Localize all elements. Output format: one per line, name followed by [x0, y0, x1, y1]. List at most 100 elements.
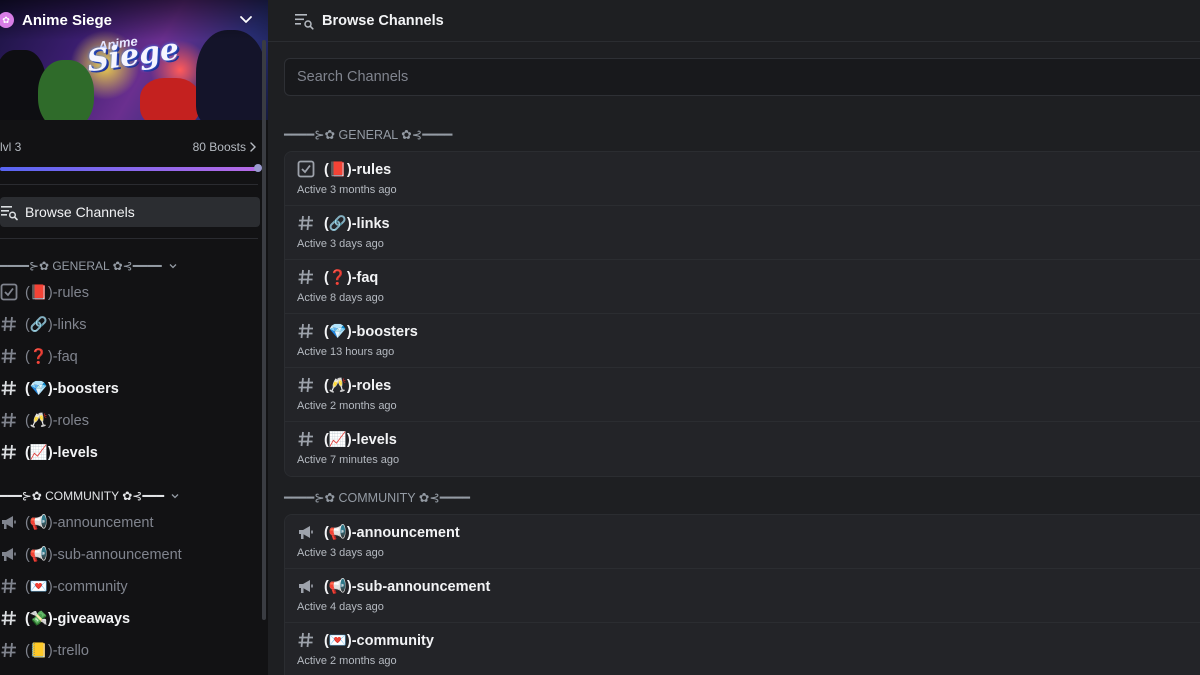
- sidebar-channel-sub-announcement[interactable]: (📢)-sub-announcement: [0, 541, 260, 567]
- browse-channels-panel: Browse Channels ━━━━⊱✿ GENERAL ✿⊰━━━━ (📕…: [268, 0, 1200, 675]
- channel-activity: Active 3 days ago: [297, 238, 384, 250]
- browse-channels-item[interactable]: Browse Channels: [0, 197, 260, 227]
- category-label: ━━━━⊱✿ GENERAL ✿⊰━━━━: [0, 259, 162, 273]
- divider: [0, 238, 258, 239]
- channel-name: (📈)-levels: [324, 432, 397, 448]
- page-title: Browse Channels: [322, 12, 444, 29]
- channel-activity: Active 4 days ago: [297, 601, 384, 613]
- channel-name: (📒)-trello: [25, 642, 89, 659]
- chevron-down-icon: [169, 264, 177, 269]
- chevron-down-icon[interactable]: [238, 11, 254, 27]
- channel-name: (📈)-levels: [25, 444, 98, 461]
- announcement-icon: [299, 526, 313, 539]
- announcement-icon: [299, 580, 313, 593]
- channel-activity: Active 2 months ago: [297, 655, 397, 667]
- boost-progress-bar: [0, 167, 260, 171]
- server-header[interactable]: ✿ Anime Siege: [0, 0, 268, 40]
- sidebar-channel-links[interactable]: (🔗)-links: [0, 311, 260, 337]
- server-badge-icon: ✿: [0, 12, 14, 28]
- boost-count: 80 Boosts: [192, 140, 246, 154]
- channel-group-general: (📕)-rules Active 3 months ago (🔗)-links …: [284, 151, 1200, 477]
- sidebar-scrollbar[interactable]: [262, 40, 266, 620]
- channel-name: (💌)-community: [324, 633, 434, 649]
- channel-group-community: (📢)-announcement Active 3 days ago (📢)-s…: [284, 514, 1200, 675]
- main-category-general: ━━━━⊱✿ GENERAL ✿⊰━━━━: [284, 128, 453, 142]
- channel-row-faq[interactable]: (❓)-faq Active 8 days ago: [285, 260, 1200, 314]
- channel-activity: Active 2 months ago: [297, 400, 397, 412]
- channel-activity: Active 13 hours ago: [297, 346, 395, 358]
- channel-name: (📕)-rules: [25, 284, 89, 301]
- channel-name: (❓)-faq: [324, 270, 379, 286]
- channel-row-rules[interactable]: (📕)-rules Active 3 months ago: [285, 152, 1200, 206]
- sidebar-channel-announcement[interactable]: (📢)-announcement: [0, 509, 260, 535]
- hash-icon: [1, 348, 16, 364]
- channel-activity: Active 3 months ago: [297, 184, 397, 196]
- sidebar-channel-giveaways[interactable]: (💸)-giveaways: [0, 605, 260, 631]
- channel-activity: Active 7 minutes ago: [297, 454, 400, 466]
- channel-name: (🥂)-roles: [25, 412, 89, 429]
- channel-row-levels[interactable]: (📈)-levels Active 7 minutes ago: [285, 422, 1200, 476]
- sidebar-channel-community[interactable]: (💌)-community: [0, 573, 260, 599]
- hash-icon: [298, 632, 313, 648]
- channel-sidebar: Anime Siege ✿ Anime Siege lvl 3 80 Boost…: [0, 0, 268, 675]
- boost-level: lvl 3: [0, 140, 22, 154]
- announcement-icon: [2, 548, 16, 561]
- sidebar-category-community[interactable]: ━━━⊱✿ COMMUNITY ✿⊰━━━: [0, 488, 180, 504]
- sidebar-channel-trello[interactable]: (📒)-trello: [0, 637, 260, 663]
- discord-app: Anime Siege ✿ Anime Siege lvl 3 80 Boost…: [0, 0, 1200, 675]
- channel-name: (💎)-boosters: [25, 380, 119, 397]
- top-bar: Browse Channels: [268, 0, 1200, 42]
- channel-row-links[interactable]: (🔗)-links Active 3 days ago: [285, 206, 1200, 260]
- chevron-right-icon: [250, 142, 256, 152]
- channel-name: (❓)-faq: [25, 348, 78, 365]
- channel-name: (📢)-announcement: [25, 514, 154, 531]
- hash-icon: [298, 431, 313, 447]
- chevron-down-icon: [171, 494, 179, 499]
- browse-channels-icon: [1, 206, 18, 221]
- sidebar-channel-roles[interactable]: (🥂)-roles: [0, 407, 260, 433]
- channel-name: (🔗)-links: [25, 316, 87, 333]
- channel-name: (💎)-boosters: [324, 324, 418, 340]
- browse-channels-icon: [295, 13, 314, 30]
- channel-row-boosters[interactable]: (💎)-boosters Active 13 hours ago: [285, 314, 1200, 368]
- sidebar-channel-levels[interactable]: (📈)-levels: [0, 439, 260, 465]
- banner-character: [140, 78, 200, 120]
- channel-name: (🥂)-roles: [324, 378, 392, 394]
- channel-activity: Active 8 days ago: [297, 292, 384, 304]
- channel-name: (📕)-rules: [324, 162, 392, 178]
- category-label: ━━━⊱✿ COMMUNITY ✿⊰━━━: [0, 489, 165, 503]
- announcement-icon: [2, 516, 16, 529]
- rules-icon: [0, 283, 18, 301]
- channel-row-community[interactable]: (💌)-community Active 2 months ago: [285, 623, 1200, 675]
- hash-icon: [1, 412, 16, 428]
- hash-icon: [1, 610, 16, 626]
- hash-icon: [1, 642, 16, 658]
- channel-activity: Active 3 days ago: [297, 547, 384, 559]
- channel-name: (🔗)-links: [324, 216, 390, 232]
- hash-icon: [298, 269, 313, 285]
- hash-icon: [298, 323, 313, 339]
- search-channels-input[interactable]: [284, 58, 1200, 96]
- hash-icon: [1, 578, 16, 594]
- channel-name: (📢)-sub-announcement: [324, 579, 491, 595]
- boost-progress-marker: [254, 164, 262, 172]
- channel-row-announcement[interactable]: (📢)-announcement Active 3 days ago: [285, 515, 1200, 569]
- rules-icon: [297, 160, 315, 178]
- divider: [0, 184, 258, 185]
- sidebar-channel-faq[interactable]: (❓)-faq: [0, 343, 260, 369]
- browse-channels-label: Browse Channels: [25, 204, 135, 220]
- channel-row-sub-announcement[interactable]: (📢)-sub-announcement Active 4 days ago: [285, 569, 1200, 623]
- channel-name: (💸)-giveaways: [25, 610, 131, 627]
- sidebar-category-general[interactable]: ━━━━⊱✿ GENERAL ✿⊰━━━━: [0, 258, 178, 274]
- hash-icon: [1, 316, 16, 332]
- channel-name: (📢)-sub-announcement: [25, 546, 182, 563]
- channel-name: (💌)-community: [25, 578, 128, 595]
- channel-row-roles[interactable]: (🥂)-roles Active 2 months ago: [285, 368, 1200, 422]
- hash-icon: [1, 444, 16, 460]
- boost-progress-row[interactable]: lvl 3 80 Boosts: [0, 140, 260, 158]
- sidebar-channel-rules[interactable]: (📕)-rules: [0, 279, 260, 305]
- server-name: Anime Siege: [22, 11, 113, 29]
- sidebar-channel-boosters[interactable]: (💎)-boosters: [0, 375, 260, 401]
- main-category-community: ━━━━⊱✿ COMMUNITY ✿⊰━━━━: [284, 491, 470, 505]
- hash-icon: [1, 380, 16, 396]
